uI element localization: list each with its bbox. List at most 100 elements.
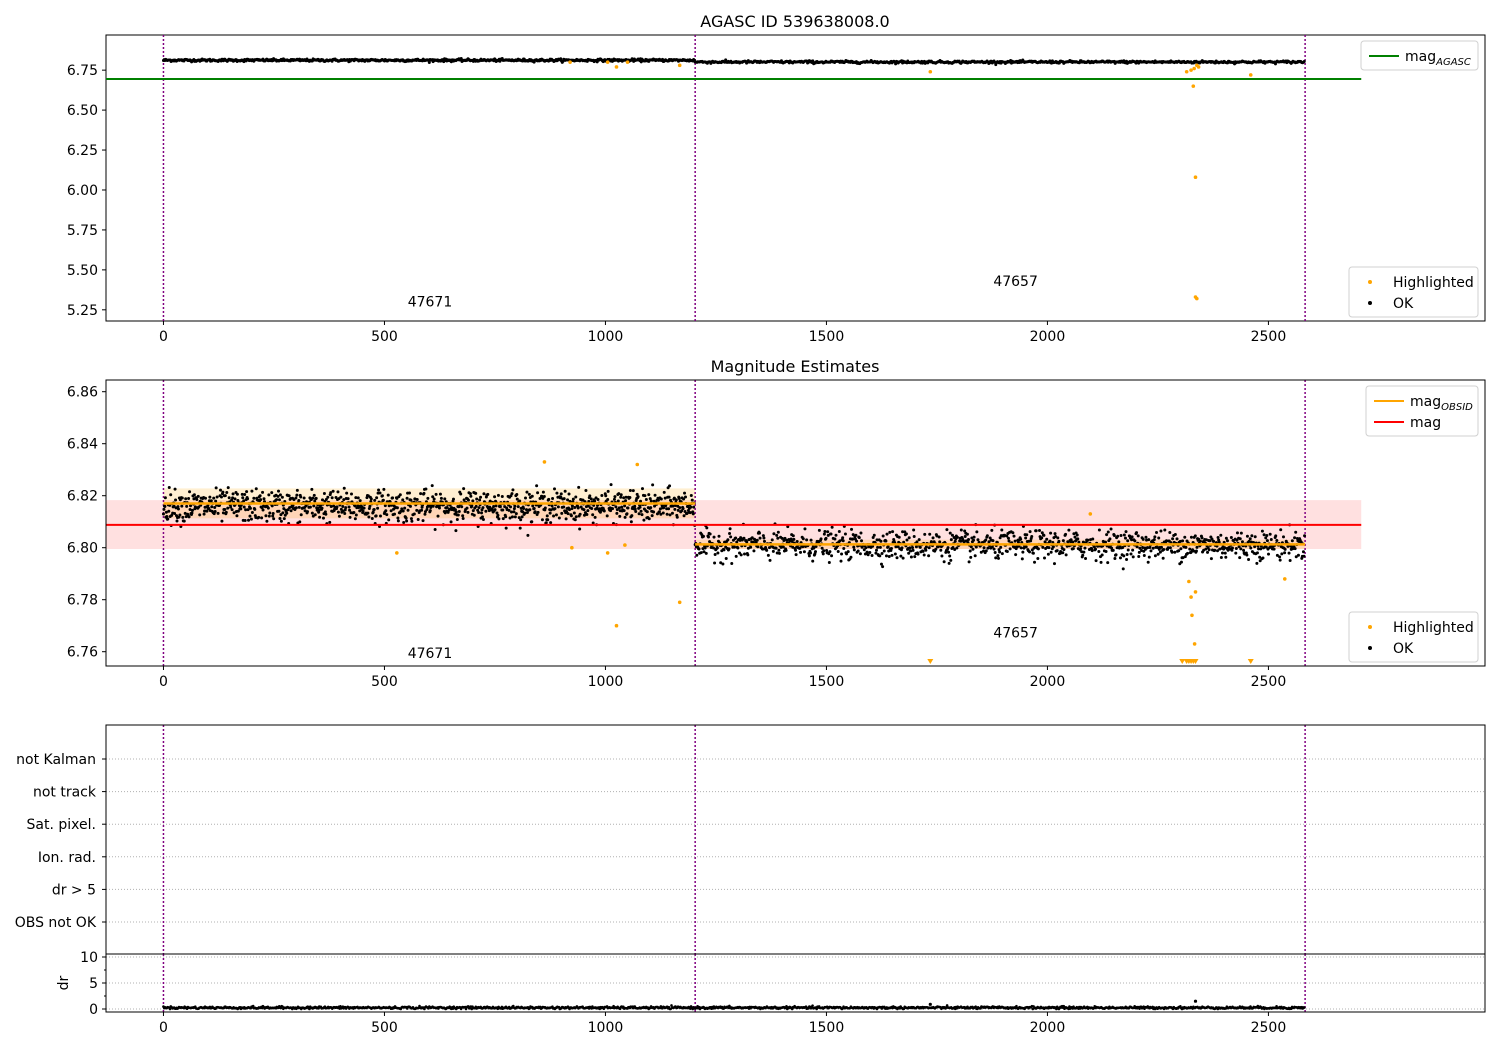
- ok-point: [282, 517, 286, 521]
- highlighted-point: [1282, 577, 1287, 581]
- legend-label-text: mag: [1410, 394, 1441, 410]
- ok-point: [312, 504, 316, 508]
- legend-label-text: mag: [1410, 415, 1441, 431]
- ok-point: [1224, 555, 1228, 559]
- ok-point: [1011, 531, 1015, 535]
- ok-point: [1142, 553, 1146, 557]
- ok-point: [1200, 536, 1204, 540]
- obsid-label: 47657: [993, 625, 1038, 641]
- ok-point: [1047, 546, 1051, 550]
- ok-point: [899, 554, 903, 558]
- ok-point: [841, 539, 845, 543]
- ok-point: [509, 505, 513, 509]
- y-tick-label: 6.80: [67, 541, 98, 557]
- ok-point: [412, 512, 416, 516]
- ok-point: [681, 507, 685, 511]
- ok-point: [1189, 535, 1193, 539]
- ok-point: [1161, 556, 1165, 560]
- ok-point: [683, 491, 687, 495]
- ok-point: [1130, 535, 1134, 539]
- ok-point: [1013, 539, 1017, 543]
- ok-point: [840, 552, 844, 556]
- ok-point: [927, 554, 931, 558]
- ok-point: [701, 534, 705, 538]
- ok-point: [1024, 536, 1028, 540]
- ok-point: [1278, 558, 1282, 562]
- ok-point: [278, 493, 282, 497]
- ok-point: [250, 510, 254, 514]
- ok-point: [382, 487, 386, 491]
- ok-point: [524, 496, 528, 500]
- ok-point: [550, 504, 554, 508]
- ok-point: [884, 554, 888, 558]
- ok-point: [324, 512, 328, 516]
- ok-point: [174, 498, 178, 502]
- ok-point: [562, 505, 566, 509]
- ok-point: [396, 516, 400, 520]
- legend-label: mag: [1410, 415, 1441, 431]
- ok-point: [1049, 550, 1053, 554]
- highlighted-point: [1184, 69, 1189, 74]
- ok-point: [849, 555, 853, 559]
- ok-point: [504, 526, 508, 530]
- ok-point: [260, 516, 264, 520]
- ok-point: [1287, 551, 1291, 555]
- ok-point: [998, 550, 1002, 554]
- ok-point: [850, 527, 854, 531]
- ok-point: [531, 504, 535, 508]
- ok-point: [775, 533, 779, 537]
- ok-point: [1012, 534, 1016, 538]
- ok-point: [631, 489, 635, 493]
- ok-point: [649, 506, 653, 510]
- ok-point: [939, 548, 943, 552]
- ok-point: [1265, 539, 1269, 543]
- ok-point: [1181, 539, 1185, 543]
- ok-point: [948, 531, 952, 535]
- ok-point: [209, 499, 213, 503]
- ok-point: [602, 509, 606, 513]
- ok-point: [777, 551, 781, 555]
- ok-point: [864, 546, 868, 550]
- ok-point: [426, 496, 430, 500]
- ok-point: [1173, 550, 1177, 554]
- ok-point: [982, 546, 986, 550]
- ok-point: [1238, 537, 1242, 541]
- ok-point: [287, 494, 291, 498]
- ok-point: [1079, 547, 1083, 551]
- ok-point: [743, 552, 747, 556]
- ok-point: [275, 498, 279, 502]
- ok-point: [438, 492, 442, 496]
- ok-point: [852, 545, 856, 549]
- ok-point: [969, 545, 973, 549]
- ok-point: [890, 553, 894, 557]
- flags-panel: not Kalmannot trackSat. pixel.Ion. rad.d…: [15, 724, 1486, 955]
- ok-point: [406, 508, 410, 512]
- ok-point: [911, 548, 915, 552]
- ok-point: [1198, 539, 1202, 543]
- ok-point: [924, 545, 928, 549]
- ok-point: [573, 518, 577, 522]
- ok-point: [872, 533, 876, 537]
- ok-point: [860, 539, 864, 543]
- ok-point: [1075, 533, 1079, 537]
- ok-point: [454, 529, 458, 533]
- ok-point: [378, 491, 382, 495]
- ok-point: [986, 546, 990, 550]
- ok-point: [425, 507, 429, 511]
- ok-point: [1194, 549, 1198, 553]
- x-tick-label: 2500: [1251, 674, 1287, 690]
- ok-point: [175, 519, 179, 523]
- ok-point: [699, 551, 703, 555]
- ok-point: [1248, 537, 1252, 541]
- ok-point: [1105, 533, 1109, 537]
- ok-point: [1056, 536, 1060, 540]
- ok-point: [771, 549, 775, 553]
- ok-point: [1084, 557, 1088, 561]
- ok-point: [724, 557, 728, 561]
- y-tick-label: 5.75: [67, 223, 98, 239]
- ok-point: [552, 514, 556, 518]
- obsid-label: 47657: [993, 274, 1038, 290]
- ok-point: [258, 494, 262, 498]
- ok-point: [921, 549, 925, 553]
- ok-point: [190, 511, 194, 515]
